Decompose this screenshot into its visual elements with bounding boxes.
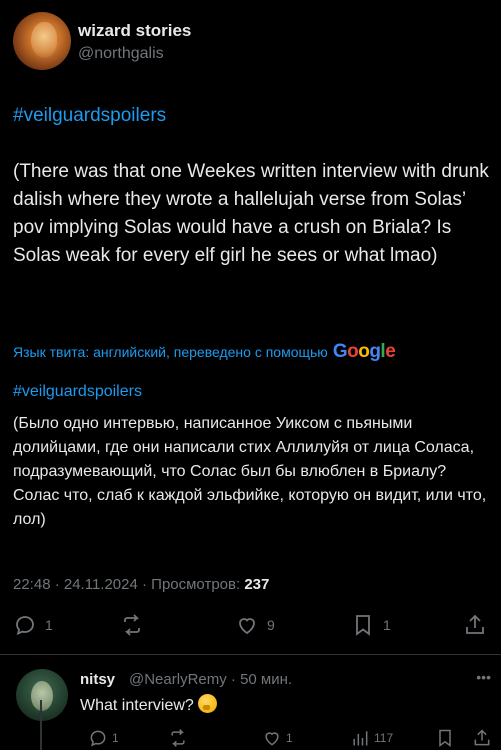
reply-like-count: 1: [286, 731, 293, 745]
reply-icon: [16, 616, 34, 636]
hashtag-link[interactable]: #veilguardspoilers: [13, 105, 166, 127]
reply-tweet[interactable]: nitsy @NearlyRemy · 50 мин. ••• What int…: [13, 666, 491, 750]
tweet-text: (There was that one Weekes written inter…: [13, 161, 489, 266]
author-display-name[interactable]: wizard stories: [78, 21, 191, 41]
heart-icon: [265, 732, 279, 746]
reply-button[interactable]: 1: [13, 613, 53, 637]
reply-text-content: What interview?: [80, 697, 194, 714]
reply-display-name[interactable]: nitsy: [80, 671, 115, 688]
view-count: 237: [244, 576, 270, 593]
reply-count: 1: [45, 617, 53, 633]
share-icon: [474, 729, 490, 746]
analytics-icon: [353, 731, 368, 746]
author-handle[interactable]: @northgalis: [78, 45, 164, 63]
reply-share-button[interactable]: [472, 728, 492, 748]
reply-views-button[interactable]: 117: [350, 728, 393, 748]
google-logo: Google: [332, 341, 396, 362]
repost-icon: [124, 614, 140, 636]
translated-text: (Было одно интервью, написанное Уиксом с…: [13, 415, 487, 528]
timestamp-date[interactable]: 22:48 · 24.11.2024 · Просмотров:: [13, 576, 244, 593]
bookmark-count: 1: [383, 617, 391, 633]
divider: [0, 654, 501, 655]
repost-button[interactable]: [120, 613, 152, 637]
translation-note-text: Язык твита: английский, переведено с пом…: [13, 344, 328, 360]
thread-line: [40, 700, 42, 750]
translated-hashtag-link[interactable]: #veilguardspoilers: [13, 383, 142, 401]
reply-view-count: 117: [374, 731, 394, 745]
reply-action-bar: 1 1 117: [80, 728, 491, 750]
heart-icon: [239, 618, 255, 635]
share-button[interactable]: [463, 613, 487, 637]
reply-reply-button[interactable]: 1: [88, 728, 119, 748]
translation-note[interactable]: Язык твита: английский, переведено с пом…: [13, 341, 396, 363]
more-options-icon[interactable]: •••: [476, 669, 491, 685]
reply-like-button[interactable]: 1: [262, 728, 293, 748]
repost-icon: [171, 729, 185, 747]
action-bar: 1 9 1: [13, 613, 488, 643]
reply-avatar[interactable]: [16, 669, 68, 721]
like-button[interactable]: 9: [235, 613, 275, 637]
avatar[interactable]: [13, 12, 71, 70]
reply-bookmark-button[interactable]: [435, 728, 455, 748]
tweet-meta: 22:48 · 24.11.2024 · Просмотров: 237: [13, 576, 269, 593]
reply-text: What interview?: [80, 694, 217, 715]
bookmark-icon: [439, 729, 451, 747]
reply-repost-button[interactable]: [168, 728, 192, 748]
like-count: 9: [267, 617, 275, 633]
reply-icon: [90, 730, 106, 747]
bookmark-icon: [356, 615, 370, 636]
share-icon: [466, 614, 484, 634]
reply-handle-time[interactable]: @NearlyRemy · 50 мин.: [129, 671, 292, 688]
thinking-face-icon: [197, 694, 217, 713]
reply-reply-count: 1: [112, 731, 119, 745]
tweet-header: wizard stories @northgalis: [13, 12, 488, 72]
bookmark-button[interactable]: 1: [351, 613, 391, 637]
